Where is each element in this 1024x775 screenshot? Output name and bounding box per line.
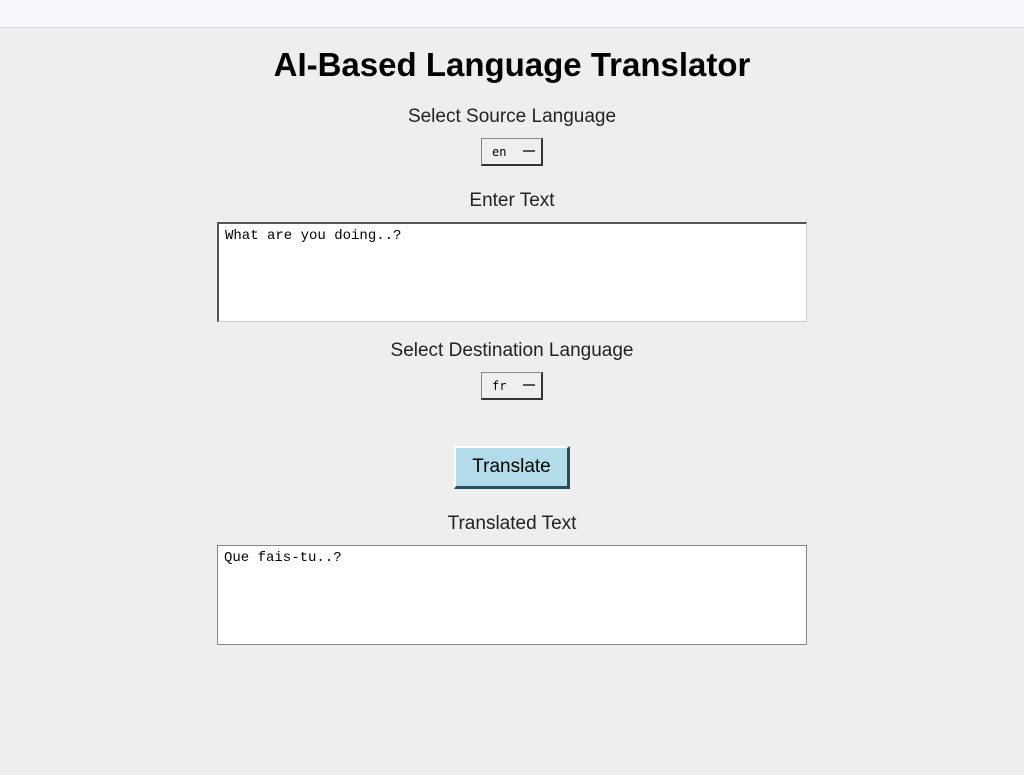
destination-language-label: Select Destination Language xyxy=(0,340,1024,362)
dropdown-arrow-icon xyxy=(523,151,535,152)
source-language-value: en xyxy=(492,145,506,159)
page-title: AI-Based Language Translator xyxy=(0,46,1024,84)
browser-top-bar xyxy=(0,0,1024,28)
dropdown-arrow-icon xyxy=(523,385,535,386)
translate-button[interactable]: Translate xyxy=(454,446,570,489)
source-language-label: Select Source Language xyxy=(0,106,1024,128)
destination-language-value: fr xyxy=(492,379,506,393)
translated-text-output: Que fais-tu..? xyxy=(217,545,807,645)
destination-language-dropdown[interactable]: fr xyxy=(481,372,543,400)
source-language-dropdown[interactable]: en xyxy=(481,138,543,166)
translated-text-label: Translated Text xyxy=(0,513,1024,535)
source-text-input[interactable] xyxy=(217,222,807,322)
enter-text-label: Enter Text xyxy=(0,190,1024,212)
main-content: AI-Based Language Translator Select Sour… xyxy=(0,28,1024,645)
